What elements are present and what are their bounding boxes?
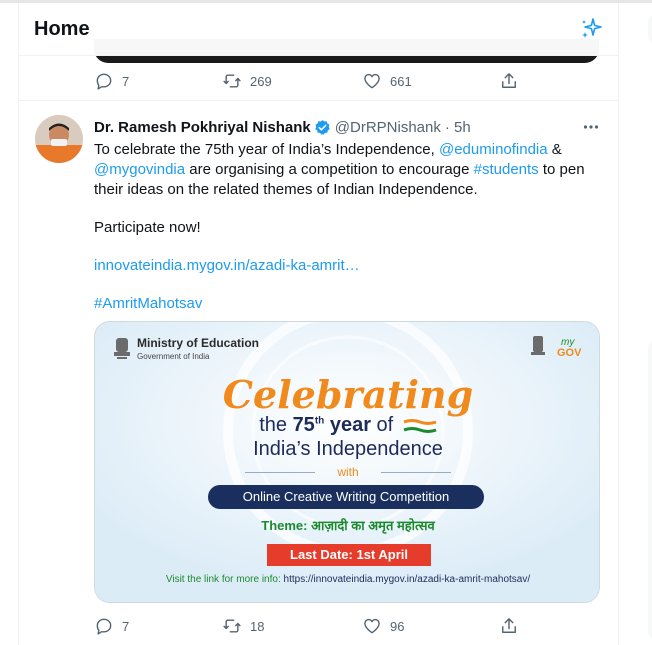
text-run: th: [314, 415, 325, 427]
tweet-time[interactable]: · 5h: [445, 119, 471, 136]
hashtag-amritmahotsav[interactable]: #AmritMahotsav: [94, 294, 606, 314]
share-button[interactable]: [499, 69, 519, 93]
theme-value: आज़ादी का अमृत महोत्सव: [311, 518, 435, 533]
retweet-count: 269: [250, 73, 272, 89]
national-emblem-icon: [114, 338, 130, 359]
flag-icon: [403, 418, 437, 433]
card-independence: India’s Independence: [253, 438, 443, 460]
retweet-count: 18: [250, 618, 265, 634]
retweet-icon: [223, 619, 241, 633]
mygov-gov: GOV: [557, 347, 582, 359]
card-government: Government of India: [137, 352, 210, 361]
reply-button[interactable]: 7: [94, 69, 129, 93]
like-button[interactable]: 96: [362, 614, 404, 638]
year-number: 75th year: [293, 414, 371, 436]
sparkle-icon[interactable]: [579, 17, 603, 41]
share-button[interactable]: [499, 614, 519, 638]
text-run: 75: [292, 414, 315, 436]
page-title: Home: [34, 18, 90, 40]
like-count: 96: [390, 618, 405, 634]
tweet-actions: 7 18 96: [94, 614, 524, 638]
text-run: the: [259, 414, 293, 436]
reply-icon: [96, 618, 112, 635]
card-celebrating: Celebrating: [222, 372, 474, 417]
like-button[interactable]: 661: [362, 69, 412, 93]
timeline-header: Home: [19, 3, 618, 56]
text-run: of: [370, 414, 394, 436]
card-visit: Visit the link for more info: https://in…: [95, 574, 599, 585]
like-icon: [364, 618, 380, 634]
text-run: To celebrate the 75th year of India’s In…: [94, 141, 439, 158]
author-handle[interactable]: @DrRPNishank: [335, 119, 441, 136]
tweet-paragraph: To celebrate the 75th year of India’s In…: [94, 140, 606, 200]
right-sidebar-search-edge: [648, 14, 652, 44]
tweet-header: Dr. Ramesh Pokhriyal Nishank @DrRPNishan…: [94, 117, 471, 137]
like-count: 661: [390, 73, 412, 89]
card-with: with: [337, 465, 359, 479]
retweet-button[interactable]: 18: [222, 614, 264, 638]
tweet-link[interactable]: innovateindia.mygov.in/azadi-ka-amrit…: [94, 256, 606, 276]
avatar-image: [35, 115, 83, 163]
reply-icon: [96, 73, 112, 90]
reply-count: 7: [122, 618, 130, 634]
reply-count: 7: [122, 73, 130, 89]
hashtag-students[interactable]: #students: [474, 161, 539, 178]
share-icon: [502, 618, 516, 633]
card-theme: Theme: आज़ादी का अमृत महोत्सव: [95, 516, 599, 534]
visit-label: Visit the link for more info:: [165, 574, 284, 585]
more-icon[interactable]: [581, 117, 601, 137]
reply-button[interactable]: 7: [94, 614, 129, 638]
mygov-logo: my GOV: [531, 336, 582, 359]
card-last-date: Last Date: 1st April: [267, 544, 431, 566]
card-competition: Online Creative Writing Competition: [208, 485, 484, 509]
visit-url: https://innovateindia.mygov.in/azadi-ka-…: [283, 574, 531, 585]
text-run: are organising a competition to encourag…: [185, 161, 474, 178]
theme-label: Theme:: [261, 518, 312, 533]
card-75th-line: the 75th year of: [95, 414, 599, 437]
avatar[interactable]: [35, 115, 83, 163]
timeline: Home 7 269 661 Dr. Ramesh Pokhriyal Nish…: [18, 3, 619, 645]
card-ministry: Ministry of Education: [137, 336, 260, 350]
author-name[interactable]: Dr. Ramesh Pokhriyal Nishank: [94, 119, 311, 136]
mention-mygovindia[interactable]: @mygovindia: [94, 161, 185, 178]
tweet-divider: [19, 100, 618, 101]
like-icon: [364, 73, 380, 89]
tweet-text: To celebrate the 75th year of India’s In…: [94, 140, 606, 314]
right-sidebar-panel-edge: [648, 340, 652, 640]
share-icon: [502, 73, 516, 88]
retweet-button[interactable]: 269: [222, 69, 272, 93]
tweet-media-card[interactable]: Ministry of Education Government of Indi…: [94, 321, 600, 603]
text-run: year: [324, 414, 371, 436]
retweet-icon: [223, 74, 241, 88]
previous-tweet-actions: 7 269 661: [94, 69, 524, 93]
participate-text: Participate now!: [94, 219, 201, 236]
verified-icon: [315, 119, 330, 135]
mention-eduminofindia[interactable]: @eduminofindia: [439, 141, 548, 158]
text-run: &: [547, 141, 562, 158]
